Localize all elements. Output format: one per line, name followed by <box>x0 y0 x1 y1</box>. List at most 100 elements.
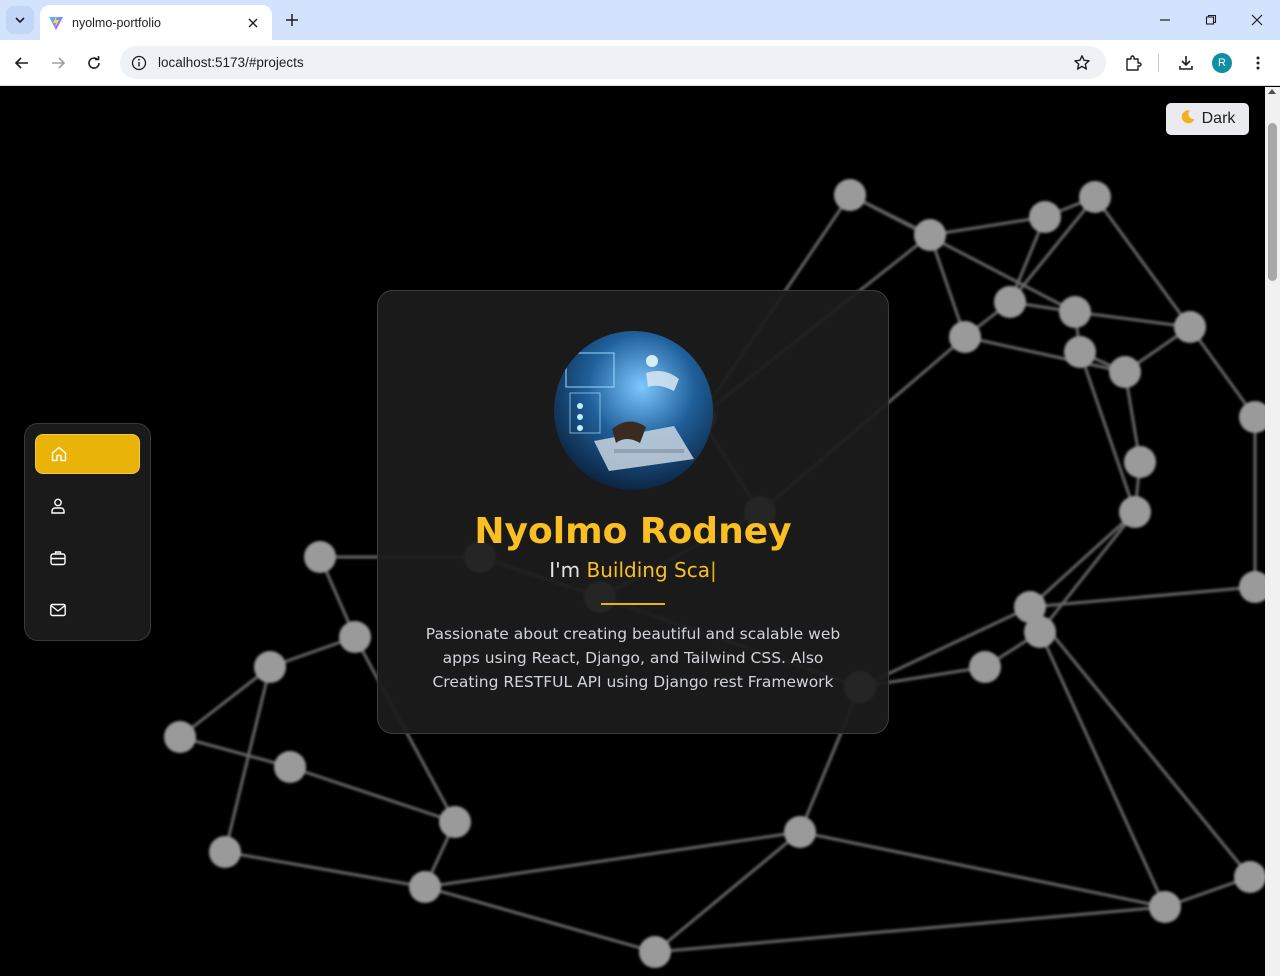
side-navigation <box>24 423 151 641</box>
back-button[interactable] <box>9 50 35 76</box>
minimize-button[interactable] <box>1153 8 1177 32</box>
nav-item-projects[interactable] <box>35 538 140 578</box>
download-icon <box>1179 56 1193 70</box>
extensions-button[interactable] <box>1120 50 1146 76</box>
downloads-button[interactable] <box>1173 50 1199 76</box>
arrow-right-icon <box>52 57 66 69</box>
hero-card: Nyolmo Rodney I'm Building Sca| Passiona… <box>377 290 889 734</box>
network-node <box>994 286 1026 318</box>
network-edge <box>1038 511 1137 633</box>
reload-button[interactable] <box>81 50 107 76</box>
hero-tagline: I'm Building Sca| <box>378 558 888 582</box>
briefcase-icon <box>50 551 66 566</box>
network-node <box>1029 201 1061 233</box>
network-node <box>164 721 196 753</box>
arrow-left-icon <box>14 57 28 69</box>
network-node <box>339 621 371 653</box>
nav-item-contact[interactable] <box>35 590 140 630</box>
bookmark-star-icon[interactable] <box>1070 51 1094 75</box>
forward-button[interactable] <box>45 50 71 76</box>
network-node <box>784 816 816 848</box>
profile-avatar[interactable]: R <box>1212 53 1232 73</box>
user-icon <box>51 498 65 514</box>
network-node <box>409 871 441 903</box>
home-icon <box>51 446 67 462</box>
close-icon <box>1251 14 1263 26</box>
network-node <box>969 651 1001 683</box>
page-scrollbar[interactable] <box>1265 87 1280 976</box>
network-edge <box>1038 631 1167 908</box>
network-node <box>1059 296 1091 328</box>
reload-icon <box>88 56 100 69</box>
tab-search-button[interactable] <box>6 6 34 34</box>
close-window-button[interactable] <box>1245 8 1269 32</box>
hero-description: Passionate about creating beautiful and … <box>425 625 841 691</box>
network-node <box>1064 336 1096 368</box>
theme-toggle-button[interactable]: Dark <box>1166 103 1249 135</box>
address-bar[interactable]: localhost:5173/#projects <box>120 46 1106 79</box>
network-node <box>274 751 306 783</box>
network-edge <box>1188 326 1257 418</box>
close-tab-icon[interactable] <box>244 14 262 32</box>
tagline-typed-text: Building Sca <box>586 558 710 582</box>
network-node <box>1239 571 1265 603</box>
url-text: localhost:5173/#projects <box>158 55 304 70</box>
new-tab-button[interactable] <box>280 8 304 32</box>
network-node <box>914 219 946 251</box>
more-vertical-icon <box>1256 56 1260 70</box>
mail-icon <box>50 603 66 617</box>
network-edge <box>928 234 967 338</box>
nav-item-about[interactable] <box>35 486 140 526</box>
network-node <box>1079 181 1111 213</box>
network-node <box>834 179 866 211</box>
network-edge <box>1029 585 1256 609</box>
typing-cursor: | <box>709 558 717 582</box>
scroll-up-arrow-icon[interactable] <box>1268 89 1276 94</box>
network-node <box>1124 446 1156 478</box>
theme-toggle-label: Dark <box>1201 110 1236 127</box>
site-info-icon[interactable] <box>130 54 148 72</box>
page-viewport: Dark Nyolmo Rodney I'm Building Sca| Pas… <box>0 87 1265 976</box>
network-node <box>254 651 286 683</box>
tagline-prefix: I'm <box>549 558 587 582</box>
network-node <box>439 806 471 838</box>
network-node <box>949 321 981 353</box>
network-edge <box>654 905 1166 954</box>
network-node <box>1119 496 1151 528</box>
browser-tab[interactable]: nyolmo-portfolio <box>40 5 272 40</box>
network-node <box>1024 616 1056 648</box>
tab-title: nyolmo-portfolio <box>72 15 161 30</box>
chevron-down-icon <box>15 17 25 24</box>
plus-icon <box>286 14 298 26</box>
minimize-icon <box>1160 19 1170 21</box>
network-node <box>1109 356 1141 388</box>
network-node <box>209 836 241 868</box>
hero-name: Nyolmo Rodney <box>474 511 792 552</box>
scroll-thumb[interactable] <box>1268 123 1277 281</box>
network-edge <box>224 850 426 889</box>
vite-logo-icon <box>48 15 64 31</box>
network-node <box>304 541 336 573</box>
puzzle-icon <box>1126 55 1142 71</box>
network-node <box>1149 891 1181 923</box>
browser-menu-button[interactable] <box>1245 50 1271 76</box>
network-edge <box>964 335 1126 374</box>
browser-tab-bar: nyolmo-portfolio <box>0 0 1280 40</box>
network-node <box>1239 401 1265 433</box>
network-edge <box>424 885 656 954</box>
toolbar-separator <box>1158 54 1159 72</box>
network-edge <box>179 735 291 769</box>
network-edge <box>929 215 1046 237</box>
restore-icon <box>1205 14 1217 25</box>
network-node <box>1234 861 1265 893</box>
network-edge <box>1028 606 1252 878</box>
moon-icon <box>1180 109 1196 130</box>
network-edge <box>1028 510 1137 609</box>
browser-toolbar: localhost:5173/#projects R <box>0 40 1280 86</box>
restore-button[interactable] <box>1199 8 1223 32</box>
network-edge <box>1093 196 1192 328</box>
profile-photo <box>554 331 713 490</box>
network-node <box>639 936 671 968</box>
network-edge <box>1074 310 1191 329</box>
nav-item-home[interactable] <box>35 434 140 474</box>
